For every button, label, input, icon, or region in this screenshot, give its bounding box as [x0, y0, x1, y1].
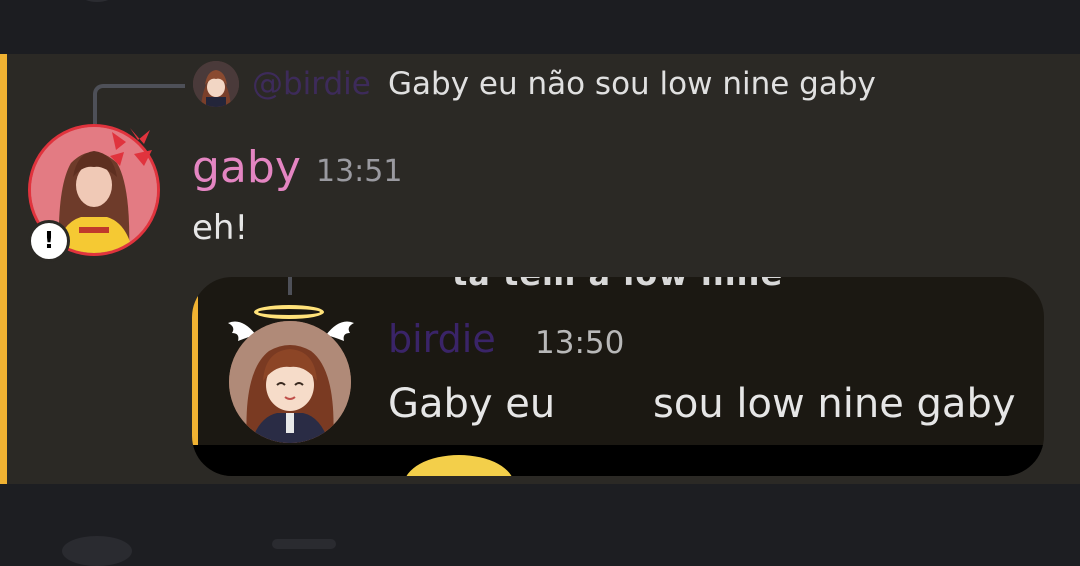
- halo-icon: [254, 305, 324, 319]
- reply-preview-text[interactable]: Gaby eu não sou low nine gaby: [388, 66, 876, 102]
- embed-avatar[interactable]: [229, 321, 351, 443]
- status-badge: !: [28, 220, 70, 262]
- anime-girl-avatar-icon: [193, 61, 239, 107]
- next-message-avatar: [62, 536, 132, 566]
- previous-message-avatar: [80, 0, 114, 2]
- angel-anime-avatar-icon: [229, 321, 351, 443]
- embed-bottom-strip: [192, 445, 1044, 476]
- quoted-message-embed[interactable]: ta tem a low nine birdie 13:50 Gaby eu s…: [192, 277, 1044, 476]
- angry-vein-icon: [110, 128, 152, 166]
- bottom-bar: [0, 484, 1080, 566]
- top-bar: [0, 0, 1080, 54]
- reply-spine: [93, 84, 185, 124]
- mention-highlight-bar: [0, 54, 7, 484]
- reply-author-mention[interactable]: @birdie: [252, 66, 371, 102]
- message-text: eh!: [192, 208, 249, 248]
- author-name[interactable]: gaby: [192, 142, 301, 193]
- reply-avatar[interactable]: [193, 61, 239, 107]
- embed-reply-spine: [288, 277, 292, 295]
- embed-highlight-bar: [192, 277, 198, 445]
- next-message-name: [272, 539, 336, 549]
- embed-text-part2: sou low nine gaby: [653, 381, 1016, 427]
- cut-off-text: ta tem a low nine: [452, 277, 783, 293]
- embed-text-part1: Gaby eu: [388, 381, 556, 427]
- embed-timestamp: 13:50: [535, 325, 625, 361]
- embed-author-name[interactable]: birdie: [388, 317, 496, 361]
- message-timestamp: 13:51: [316, 154, 403, 189]
